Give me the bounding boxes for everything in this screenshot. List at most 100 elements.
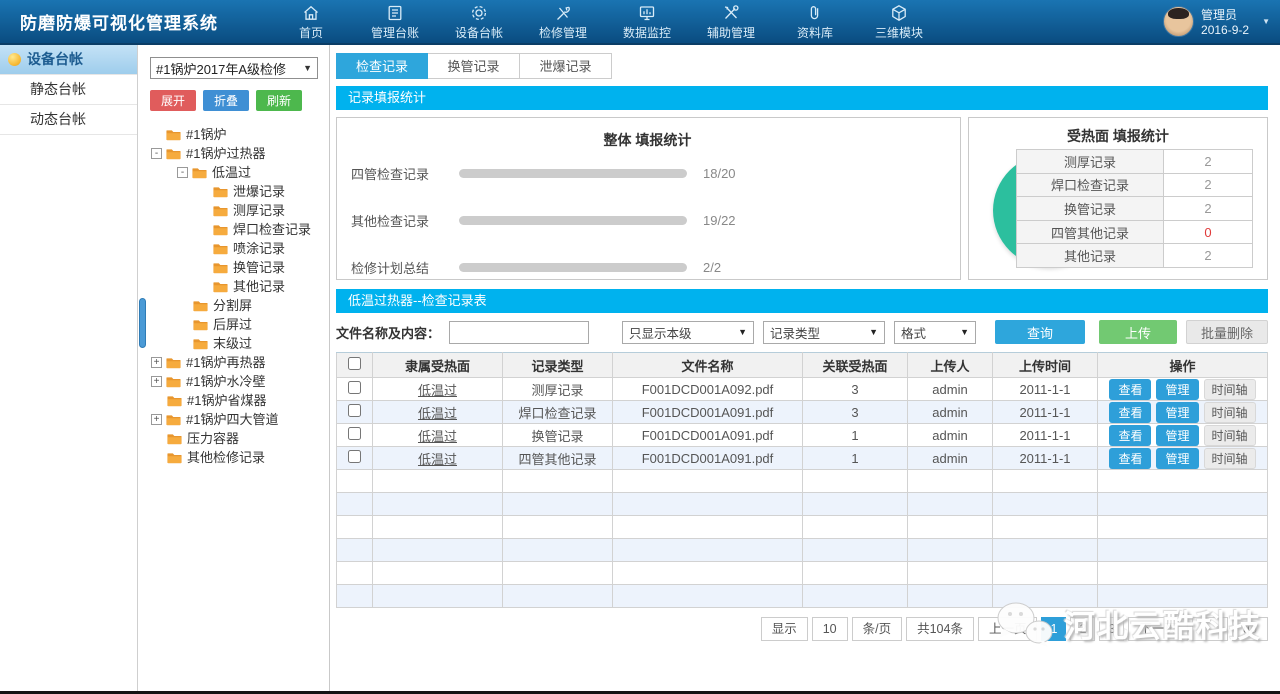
nav-item-ledger[interactable]: 管理台账 — [364, 3, 426, 41]
surface-link[interactable]: 低温过 — [373, 401, 503, 424]
surface-link[interactable]: 低温过 — [373, 447, 503, 470]
expand-toggle-icon[interactable]: + — [151, 414, 162, 425]
folder-icon — [166, 147, 181, 160]
overhaul-version-select[interactable]: #1锅炉2017年A级检修 ▼ — [150, 57, 318, 79]
sidebar-item-equipment-ledger[interactable]: 设备台帐 — [0, 45, 137, 75]
tree-node[interactable]: 泄爆记录 — [138, 182, 329, 201]
page-jump-input[interactable] — [1192, 617, 1228, 641]
collapse-toggle-icon[interactable]: - — [177, 167, 188, 178]
expand-toggle-icon[interactable]: + — [151, 376, 162, 387]
tree-node[interactable]: #1锅炉省煤器 — [138, 391, 329, 410]
surface-link[interactable]: 低温过 — [373, 378, 503, 401]
table-row: 低温过 四管其他记录 F001DCD001A091.pdf 1 admin 20… — [337, 447, 1268, 470]
manage-button[interactable]: 管理 — [1156, 425, 1198, 446]
tree-node[interactable]: #1锅炉 — [138, 125, 329, 144]
tree-node[interactable]: -#1锅炉过热器 — [138, 144, 329, 163]
prev-page-button[interactable]: 上一页 — [978, 617, 1038, 641]
batch-delete-button[interactable]: 批量删除 — [1186, 320, 1268, 344]
row-checkbox[interactable] — [348, 381, 361, 394]
manage-button[interactable]: 管理 — [1156, 379, 1198, 400]
select-all-checkbox[interactable] — [348, 357, 361, 370]
upload-button[interactable]: 上传 — [1099, 320, 1177, 344]
sidebar-item-static-ledger[interactable]: 静态台帐 — [0, 75, 137, 105]
tree-node[interactable]: 其他记录 — [138, 277, 329, 296]
tree-node[interactable]: 分割屏 — [138, 296, 329, 315]
section-header-statistics: 记录填报统计 — [336, 86, 1268, 110]
nav-item-aux-manage[interactable]: 辅助管理 — [700, 3, 762, 41]
gear-icon — [469, 3, 489, 23]
expand-toggle-icon[interactable]: + — [151, 357, 162, 368]
expand-button[interactable]: 展开 — [150, 90, 196, 111]
nav-item-label: 管理台账 — [371, 24, 419, 41]
tree-node[interactable]: +#1锅炉再热器 — [138, 353, 329, 372]
view-button[interactable]: 查看 — [1109, 402, 1151, 423]
collapse-toggle-icon[interactable]: - — [151, 148, 162, 159]
row-checkbox[interactable] — [348, 404, 361, 417]
table-row: 测厚记录2 — [1017, 150, 1253, 174]
search-button[interactable]: 查询 — [995, 320, 1085, 344]
tab-explosion-records[interactable]: 泄爆记录 — [520, 53, 612, 79]
tree-node[interactable]: 其他检修记录 — [138, 448, 329, 467]
page-size-select[interactable]: 10 — [812, 617, 848, 641]
view-button[interactable]: 查看 — [1109, 448, 1151, 469]
manage-button[interactable]: 管理 — [1156, 402, 1198, 423]
chevron-down-icon: ▼ — [1262, 17, 1270, 26]
nav-item-home[interactable]: 首页 — [280, 3, 342, 41]
folder-icon — [193, 318, 208, 331]
record-type-select[interactable]: 记录类型▼ — [763, 321, 885, 344]
nav-item-label: 设备台帐 — [455, 24, 503, 41]
refresh-button[interactable]: 刷新 — [256, 90, 302, 111]
timeline-button[interactable]: 时间轴 — [1204, 379, 1256, 400]
nav-item-equipment[interactable]: 设备台帐 — [448, 3, 510, 41]
next-page-button[interactable]: 下一页 — [1128, 617, 1188, 641]
tree-node[interactable]: 焊口检查记录 — [138, 220, 329, 239]
tab-tube-replacement-records[interactable]: 换管记录 — [428, 53, 520, 79]
user-box[interactable]: 管理员 2016-9-2 ▼ — [1163, 6, 1270, 37]
surface-link[interactable]: 低温过 — [373, 424, 503, 447]
go-button[interactable]: go — [1232, 617, 1268, 641]
tab-inspection-records[interactable]: 检查记录 — [336, 53, 428, 79]
paperclip-icon — [805, 3, 825, 23]
view-button[interactable]: 查看 — [1109, 425, 1151, 446]
tree-node[interactable]: +#1锅炉水冷壁 — [138, 372, 329, 391]
table-row: 四管其他记录0 — [1017, 220, 1253, 244]
table-row-empty — [337, 493, 1268, 516]
table-row-empty — [337, 539, 1268, 562]
nav-item-maintenance[interactable]: 检修管理 — [532, 3, 594, 41]
tree-node[interactable]: 测厚记录 — [138, 201, 329, 220]
tree-node[interactable]: -低温过 — [138, 163, 329, 182]
timeline-button[interactable]: 时间轴 — [1204, 425, 1256, 446]
col-header: 隶属受热面 — [373, 353, 503, 378]
tree-node[interactable]: 换管记录 — [138, 258, 329, 277]
tree-node[interactable]: 压力容器 — [138, 429, 329, 448]
collapse-button[interactable]: 折叠 — [203, 90, 249, 111]
page-button-3[interactable]: 3 — [1099, 617, 1124, 641]
sidebar-item-dynamic-ledger[interactable]: 动态台帐 — [0, 105, 137, 135]
timeline-button[interactable]: 时间轴 — [1204, 402, 1256, 423]
progress-bar — [459, 216, 687, 225]
tree-node[interactable]: 末级过 — [138, 334, 329, 353]
page-button-1[interactable]: 1 — [1041, 617, 1066, 641]
tree-node[interactable]: 喷涂记录 — [138, 239, 329, 258]
row-checkbox[interactable] — [348, 427, 361, 440]
file-name-input[interactable] — [449, 321, 589, 344]
stat-line: 四管检查记录 18/20 — [351, 164, 944, 183]
filter-row: 文件名称及内容： 只显示本级▼ 记录类型▼ 格式▼ 查询 上传 批量删除 — [336, 320, 1268, 344]
tree-node[interactable]: +#1锅炉四大管道 — [138, 410, 329, 429]
nav-item-library[interactable]: 资料库 — [784, 3, 846, 41]
format-select[interactable]: 格式▼ — [894, 321, 976, 344]
tree-node[interactable]: 后屏过 — [138, 315, 329, 334]
timeline-button[interactable]: 时间轴 — [1204, 448, 1256, 469]
folder-icon — [166, 413, 181, 426]
nav-item-label: 检修管理 — [539, 24, 587, 41]
row-checkbox[interactable] — [348, 450, 361, 463]
page-button-2[interactable]: 2 — [1070, 617, 1095, 641]
nav-item-data-monitor[interactable]: 数据监控 — [616, 3, 678, 41]
manage-button[interactable]: 管理 — [1156, 448, 1198, 469]
records-table: 隶属受热面 记录类型 文件名称 关联受热面 上传人 上传时间 操作 低温过 测厚… — [336, 352, 1268, 608]
view-button[interactable]: 查看 — [1109, 379, 1151, 400]
nav-item-3d-module[interactable]: 三维模块 — [868, 3, 930, 41]
tree-scrollbar-thumb[interactable] — [139, 298, 146, 348]
level-select[interactable]: 只显示本级▼ — [622, 321, 754, 344]
folder-icon — [192, 166, 207, 179]
